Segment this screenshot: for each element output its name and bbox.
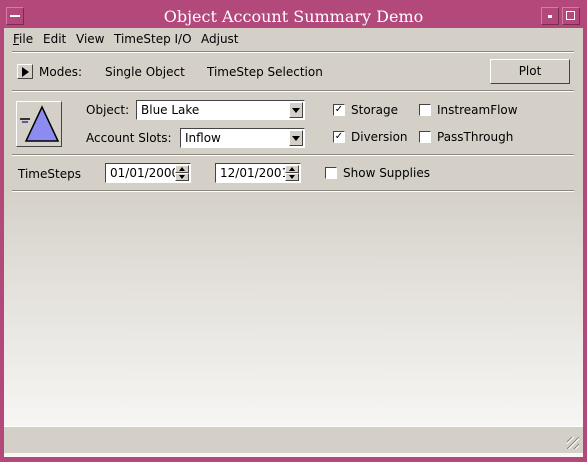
menu-separator bbox=[12, 51, 574, 53]
start-date-spinner[interactable]: 01/01/2000 bbox=[105, 163, 191, 183]
object-separator bbox=[12, 154, 574, 156]
client-area: File Edit View TimeStep I/O Adjust Modes… bbox=[4, 28, 583, 457]
storage-checkbox[interactable]: ✓ bbox=[333, 104, 345, 116]
account-slots-label: Account Slots: bbox=[86, 131, 172, 145]
chevron-down-icon[interactable] bbox=[289, 130, 303, 146]
spin-up-icon[interactable] bbox=[175, 165, 189, 173]
app-window: Object Account Summary Demo File Edit Vi… bbox=[0, 0, 587, 462]
modes-separator bbox=[12, 90, 574, 92]
object-label: Object: bbox=[86, 103, 130, 117]
end-date-value[interactable]: 12/01/2001 bbox=[220, 166, 289, 180]
menu-edit[interactable]: Edit bbox=[43, 32, 66, 46]
modes-expand-button[interactable] bbox=[17, 64, 33, 79]
spin-down-icon[interactable] bbox=[285, 173, 299, 181]
resize-grip-icon[interactable] bbox=[567, 437, 579, 449]
end-date-spin-buttons[interactable] bbox=[285, 165, 299, 181]
single-object-mode[interactable]: Single Object bbox=[105, 65, 185, 79]
timesteps-separator bbox=[12, 190, 574, 192]
timesteps-label: TimeSteps bbox=[18, 167, 81, 181]
passthrough-checkbox[interactable] bbox=[419, 131, 431, 143]
menu-file[interactable]: File bbox=[13, 32, 33, 46]
object-select[interactable]: Blue Lake bbox=[136, 100, 305, 120]
object-icon-button[interactable] bbox=[16, 101, 62, 147]
status-bar bbox=[4, 426, 583, 453]
spin-down-icon[interactable] bbox=[175, 173, 189, 181]
menu-timestep-io[interactable]: TimeStep I/O bbox=[114, 32, 192, 46]
spin-up-icon[interactable] bbox=[285, 165, 299, 173]
window-title: Object Account Summary Demo bbox=[163, 7, 424, 26]
reservoir-triangle-icon bbox=[20, 105, 60, 142]
instreamflow-label[interactable]: InstreamFlow bbox=[437, 103, 518, 117]
menu-view[interactable]: View bbox=[76, 32, 104, 46]
account-slots-select[interactable]: Inflow bbox=[180, 128, 305, 148]
modes-label: Modes: bbox=[39, 65, 82, 79]
passthrough-label[interactable]: PassThrough bbox=[437, 130, 513, 144]
plot-button[interactable]: Plot bbox=[490, 59, 570, 84]
account-slots-select-value: Inflow bbox=[185, 131, 221, 145]
menu-adjust[interactable]: Adjust bbox=[201, 32, 239, 46]
object-select-value: Blue Lake bbox=[141, 103, 200, 117]
storage-label[interactable]: Storage bbox=[351, 103, 398, 117]
diversion-label[interactable]: Diversion bbox=[351, 130, 408, 144]
chevron-down-icon[interactable] bbox=[289, 102, 303, 118]
maximize-button[interactable] bbox=[562, 7, 580, 25]
menu-bar: File Edit View TimeStep I/O Adjust bbox=[4, 28, 583, 50]
start-date-value[interactable]: 01/01/2000 bbox=[110, 166, 179, 180]
end-date-spinner[interactable]: 12/01/2001 bbox=[215, 163, 301, 183]
instreamflow-checkbox[interactable] bbox=[419, 104, 431, 116]
show-supplies-label[interactable]: Show Supplies bbox=[343, 166, 430, 180]
diversion-checkbox[interactable]: ✓ bbox=[333, 131, 345, 143]
timestep-selection-mode[interactable]: TimeStep Selection bbox=[207, 65, 323, 79]
start-date-spin-buttons[interactable] bbox=[175, 165, 189, 181]
title-bar[interactable]: Object Account Summary Demo bbox=[4, 4, 583, 28]
show-supplies-checkbox[interactable] bbox=[325, 167, 337, 179]
menu-file-rest: ile bbox=[19, 32, 34, 46]
minimize-button[interactable] bbox=[541, 7, 559, 25]
